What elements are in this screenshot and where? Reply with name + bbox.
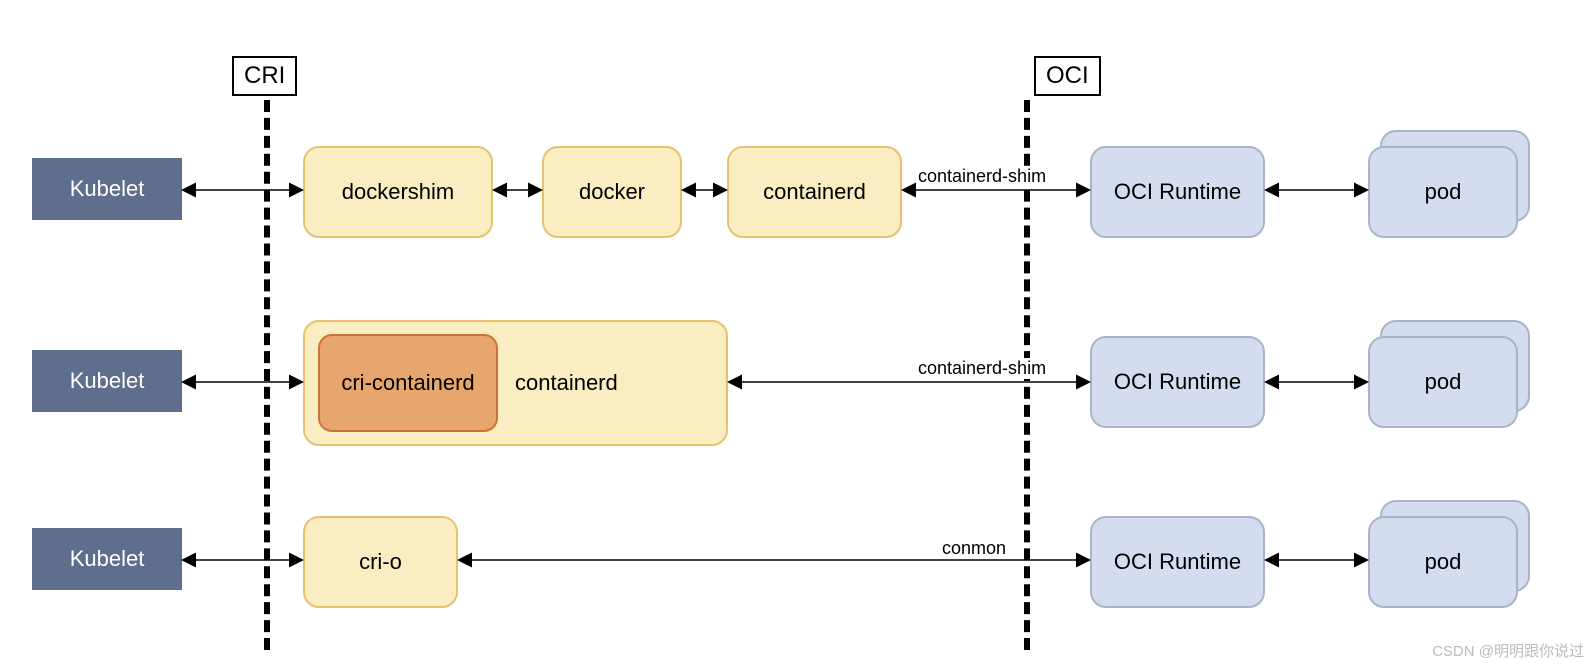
oci-runtime-node-row3: OCI Runtime bbox=[1090, 516, 1265, 608]
cri-boundary-line bbox=[264, 100, 270, 650]
cri-label: CRI bbox=[232, 56, 297, 96]
kubelet-node-row2: Kubelet bbox=[32, 350, 182, 412]
oci-label: OCI bbox=[1034, 56, 1101, 96]
crio-node: cri-o bbox=[303, 516, 458, 608]
pod-node-row3: pod bbox=[1368, 516, 1518, 608]
watermark: CSDN @明明跟你说过 bbox=[1432, 640, 1584, 661]
edge-label-shim-row2: containerd-shim bbox=[916, 358, 1048, 379]
docker-node: docker bbox=[542, 146, 682, 238]
pod-node-row1: pod bbox=[1368, 146, 1518, 238]
oci-runtime-node-row2: OCI Runtime bbox=[1090, 336, 1265, 428]
containerd-label-row2: containerd bbox=[515, 370, 618, 395]
containerd-node-row1: containerd bbox=[727, 146, 902, 238]
edge-label-shim-row1: containerd-shim bbox=[916, 166, 1048, 187]
connector-edges bbox=[0, 0, 1594, 667]
cri-containerd-node: cri-containerd bbox=[318, 334, 498, 432]
kubelet-node-row1: Kubelet bbox=[32, 158, 182, 220]
edge-label-conmon: conmon bbox=[940, 538, 1008, 559]
pod-node-row2: pod bbox=[1368, 336, 1518, 428]
oci-runtime-node-row1: OCI Runtime bbox=[1090, 146, 1265, 238]
dockershim-node: dockershim bbox=[303, 146, 493, 238]
kubelet-node-row3: Kubelet bbox=[32, 528, 182, 590]
